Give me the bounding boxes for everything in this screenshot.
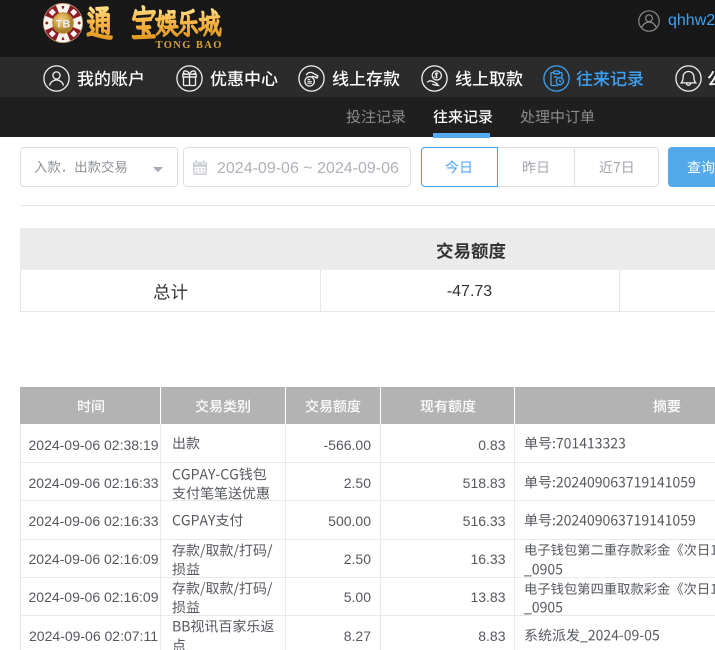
svg-text:TB: TB — [56, 19, 71, 31]
